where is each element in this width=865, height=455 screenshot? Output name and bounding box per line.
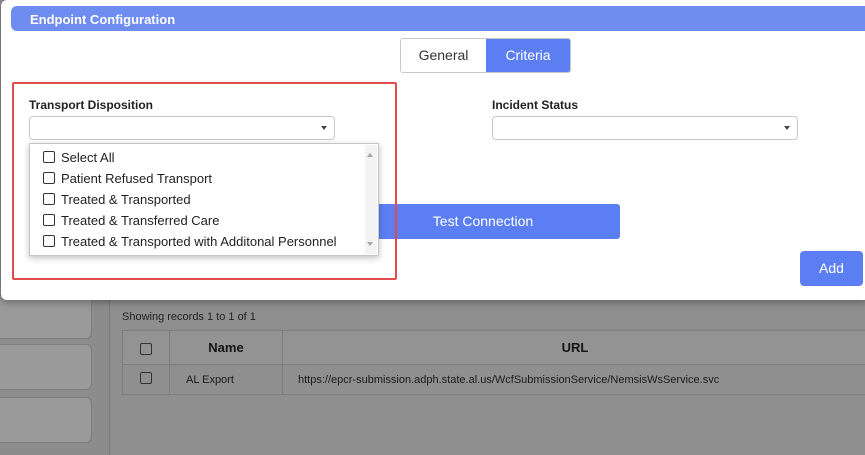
chevron-down-icon — [784, 126, 790, 130]
column-header-name: Name — [170, 331, 283, 365]
row-url: https://epcr-submission.adph.state.al.us… — [283, 365, 865, 395]
endpoints-table: Name URL AL Export https://epcr-submissi… — [122, 330, 865, 395]
tab-criteria[interactable]: Criteria — [486, 39, 570, 72]
tab-bar: General Criteria — [400, 38, 571, 73]
background-left-card-2 — [0, 344, 92, 390]
highlight-box — [12, 82, 397, 280]
modal-title: Endpoint Configuration — [30, 12, 175, 27]
add-button[interactable]: Add — [800, 251, 863, 286]
row-checkbox-cell — [123, 365, 170, 395]
endpoint-configuration-modal: Endpoint Configuration General Criteria … — [1, 0, 865, 300]
background-left-card-3 — [0, 397, 92, 443]
column-header-url: URL — [283, 331, 865, 365]
header-select-all-checkbox[interactable] — [140, 343, 152, 355]
incident-status-label: Incident Status — [492, 98, 578, 112]
records-info: Showing records 1 to 1 of 1 — [122, 311, 256, 323]
row-name: AL Export — [170, 365, 283, 395]
incident-status-select[interactable] — [492, 116, 798, 140]
modal-header: Endpoint Configuration — [11, 6, 865, 31]
background-left-card-1 — [0, 295, 92, 339]
table-row[interactable]: AL Export https://epcr-submission.adph.s… — [123, 365, 865, 395]
tab-general[interactable]: General — [401, 39, 486, 72]
header-select-all-cell — [123, 331, 170, 365]
table-header-row: Name URL — [123, 331, 865, 365]
row-checkbox[interactable] — [140, 372, 152, 384]
